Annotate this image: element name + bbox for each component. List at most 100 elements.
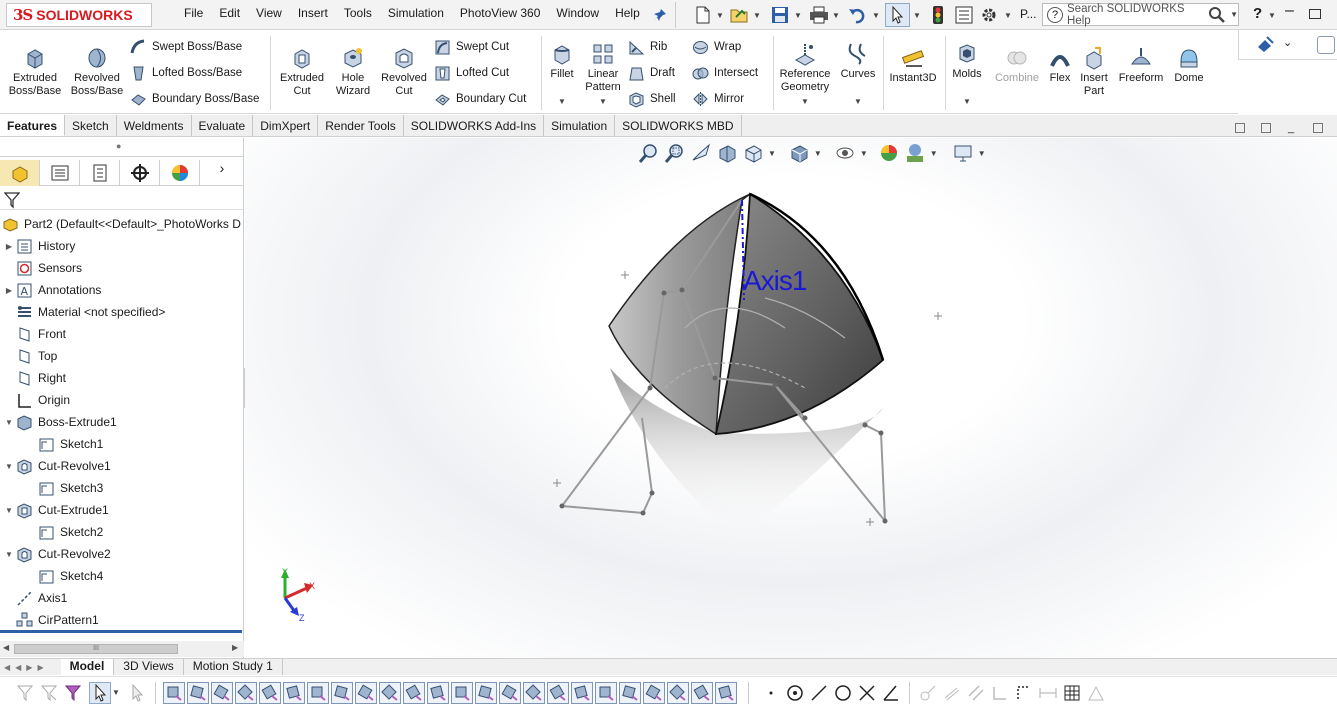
tree-item-cut-extrude1[interactable]: ▼ Cut-Extrude1 (2, 499, 109, 521)
tree-item-sketch2[interactable]: Sketch2 (24, 521, 103, 543)
filter-dowel-pin-icon[interactable] (666, 681, 689, 704)
file-properties-icon[interactable] (953, 4, 975, 26)
expand-arrow-icon[interactable]: ▶ (2, 242, 16, 251)
tab-features[interactable]: Features (0, 115, 66, 136)
menu-tools[interactable]: Tools (336, 6, 380, 20)
save-dropdown-icon[interactable]: ▼ (794, 11, 802, 20)
expand-arrow-icon[interactable]: ▶ (2, 286, 16, 295)
filter-cosmetic-threads-icon[interactable] (618, 681, 641, 704)
display-manager-tab[interactable] (160, 160, 200, 186)
pin-icon[interactable] (649, 4, 671, 26)
filter-center-marks-icon[interactable] (402, 681, 425, 704)
fillet-button[interactable]: Fillet ▼ (544, 38, 580, 108)
flex-button[interactable]: Flex (1045, 42, 1075, 85)
filter-vertices-icon[interactable] (162, 681, 185, 704)
sketch-angle-icon-disabled[interactable] (941, 682, 963, 704)
select-filter-dropdown-icon[interactable]: ▼ (112, 688, 120, 697)
pin-ribbon-icon[interactable] (1255, 35, 1275, 53)
tree-item-right[interactable]: Right (2, 367, 66, 389)
toggle-selection-filters-icon[interactable] (38, 682, 60, 704)
search-icon[interactable] (1208, 6, 1226, 24)
doc-minimize-icon[interactable]: _ (1288, 122, 1294, 134)
filter-datum-target-icon[interactable] (594, 681, 617, 704)
select-dropdown-icon[interactable]: ▼ (913, 11, 921, 20)
filter-sketch-segments-icon[interactable] (354, 681, 377, 704)
clear-all-filters-icon[interactable] (62, 682, 84, 704)
wrap-button[interactable]: Wrap (692, 37, 741, 57)
undo-icon[interactable] (846, 4, 868, 26)
angle-snap-icon-disabled[interactable] (1085, 682, 1107, 704)
tree-item-top[interactable]: Top (2, 345, 57, 367)
tree-item-cirpattern1[interactable]: CirPattern1 (2, 609, 99, 631)
collapse-ribbon-icon[interactable]: ⌄ (1283, 36, 1292, 49)
collapse-arrow-icon[interactable]: ▼ (2, 462, 16, 471)
tab-render-tools[interactable]: Render Tools (318, 115, 404, 136)
tab-model[interactable]: Model (60, 659, 115, 675)
reference-geometry-dropdown-icon[interactable]: ▼ (801, 95, 809, 108)
tab-sketch[interactable]: Sketch (65, 115, 117, 136)
tab-motion-study-1[interactable]: Motion Study 1 (184, 659, 283, 675)
tab-3d-views[interactable]: 3D Views (114, 659, 184, 675)
tree-item-axis1[interactable]: Axis1 (2, 587, 67, 609)
fillet-dropdown-icon[interactable]: ▼ (558, 95, 566, 108)
search-input[interactable]: Search SOLIDWORKS Help (1067, 3, 1204, 27)
filter-dimensions-icon[interactable] (450, 681, 473, 704)
menu-insert[interactable]: Insert (290, 6, 336, 20)
lofted-cut-button[interactable]: Lofted Cut (434, 63, 509, 83)
mirror-button[interactable]: Mirror (692, 89, 744, 109)
property-manager-tab[interactable] (40, 160, 80, 186)
combine-button[interactable]: Combine (990, 42, 1044, 85)
filter-notes-icon[interactable] (522, 681, 545, 704)
tab-solidworks-addins[interactable]: SOLIDWORKS Add-Ins (404, 115, 545, 136)
filter-weld-symbols-icon[interactable] (570, 681, 593, 704)
lofted-boss-button[interactable]: Lofted Boss/Base (130, 63, 242, 83)
new-dropdown-icon[interactable]: ▼ (716, 11, 724, 20)
scroll-right-icon[interactable]: ▶ (232, 643, 238, 652)
perpendicular-icon-disabled[interactable] (989, 682, 1011, 704)
revolved-cut-button[interactable]: Revolved Cut (376, 42, 432, 98)
boundary-cut-button[interactable]: Boundary Cut (434, 89, 526, 109)
doc-tile-left-icon[interactable] (1235, 123, 1245, 133)
instant3d-button[interactable]: Instant3D (886, 42, 940, 85)
menu-help[interactable]: Help (607, 6, 648, 20)
search-help-box[interactable]: ? Search SOLIDWORKS Help ▼ (1042, 3, 1239, 27)
help-button[interactable]: ? (1253, 5, 1262, 22)
circle-point-icon[interactable] (784, 682, 806, 704)
feature-manager-tab[interactable] (0, 160, 40, 186)
scroll-left-icon[interactable]: ◀ (3, 643, 9, 652)
toggle-filter-toolbar-icon[interactable] (14, 682, 36, 704)
open-dropdown-icon[interactable]: ▼ (753, 11, 761, 20)
rib-button[interactable]: Rib (628, 37, 667, 57)
manager-tabs-expand-icon[interactable]: › (200, 160, 244, 185)
filter-surface-bodies-icon[interactable] (234, 681, 257, 704)
tree-item-sketch4[interactable]: Sketch4 (24, 565, 103, 587)
axis1-label[interactable]: Axis1 (743, 265, 807, 297)
task-pane-toggle-icon[interactable] (1317, 36, 1335, 54)
doc-tile-right-icon[interactable] (1261, 123, 1271, 133)
new-document-icon[interactable] (692, 4, 714, 26)
dimxpert-manager-tab[interactable] (120, 160, 160, 186)
tree-item-sensors[interactable]: Sensors (2, 257, 82, 279)
reference-geometry-button[interactable]: Reference Geometry ▼ (776, 38, 834, 108)
tree-item-annotations[interactable]: ▶ A Annotations (2, 279, 101, 301)
extruded-cut-button[interactable]: Extruded Cut (274, 42, 330, 98)
tree-item-origin[interactable]: Origin (2, 389, 70, 411)
tree-item-sketch1[interactable]: Sketch1 (24, 433, 103, 455)
filter-routing-points-icon[interactable] (714, 681, 737, 704)
graphics-area[interactable]: ▼ ▼ ▼ ▼ ▼ Axis1 Y X Z (245, 138, 1337, 658)
print-dropdown-icon[interactable]: ▼ (832, 11, 840, 20)
select-tool-button[interactable] (885, 3, 910, 27)
minimize-button[interactable]: – (1285, 2, 1294, 20)
filter-connection-points-icon[interactable] (690, 681, 713, 704)
options-gear-icon[interactable] (978, 4, 1000, 26)
tree-item-sketch3[interactable]: Sketch3 (24, 477, 103, 499)
scroll-thumb[interactable]: III (14, 644, 178, 654)
open-document-icon[interactable] (729, 4, 751, 26)
configuration-manager-tab[interactable] (80, 160, 120, 186)
extruded-boss-button[interactable]: Extruded Boss/Base (5, 42, 65, 98)
options-dropdown-icon[interactable]: ▼ (1004, 11, 1012, 20)
menu-file[interactable]: File (176, 6, 211, 20)
revolved-boss-button[interactable]: Revolved Boss/Base (67, 42, 127, 98)
undo-dropdown-icon[interactable]: ▼ (872, 11, 880, 20)
invert-selection-icon[interactable] (126, 682, 148, 704)
